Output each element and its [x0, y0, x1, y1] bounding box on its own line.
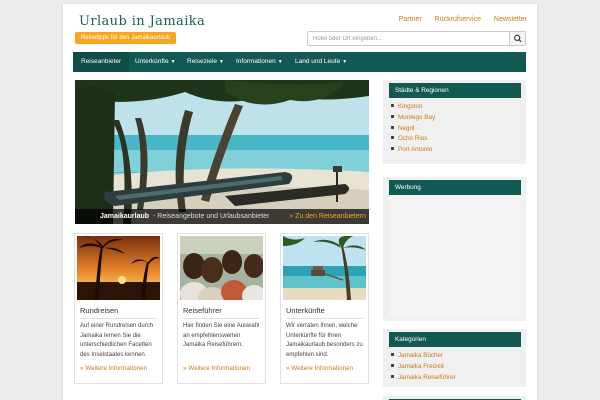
toplink-newsletter[interactable]: Newsletter — [494, 16, 527, 23]
card-title: Rundreisen — [80, 306, 119, 315]
search-icon — [514, 34, 522, 43]
widget-heading: Werbung — [389, 180, 521, 195]
city-link[interactable]: Kingston — [391, 102, 435, 113]
card-text: Wir verraten Ihnen, welche Unterkünfte f… — [286, 323, 363, 358]
card-divider — [286, 318, 363, 319]
bullet-icon — [391, 104, 394, 107]
card-rundreisen: Rundreisen Auf einer Rundreisen durch Ja… — [74, 233, 163, 384]
card-text: Hier finden Sie eine Auswahl an empfehle… — [183, 323, 260, 349]
site-logo[interactable]: Urlaub in Jamaika — [79, 14, 205, 29]
card-image-sunset[interactable] — [77, 236, 160, 300]
card-image-pier[interactable] — [283, 236, 366, 300]
widget-ads: Werbung — [383, 177, 526, 321]
card-more-link[interactable]: » Weitere Informationen — [183, 365, 250, 372]
nav-reiseziele[interactable]: Reiseziele ▼ — [179, 52, 232, 72]
category-link[interactable]: Jamaika Bücher — [391, 351, 456, 362]
card-image-children[interactable] — [180, 236, 263, 300]
city-link[interactable]: Port Antonio — [391, 145, 435, 156]
nav-label: Reiseziele — [187, 58, 217, 65]
search-input[interactable] — [308, 32, 508, 45]
category-list: Jamaika Bücher Jamaika Freizeit Jamaika … — [391, 351, 456, 383]
slider-title: Jamaikaurlaub — [100, 213, 150, 220]
widget-cities: Städte & Regionen Kingston Montego Bay N… — [383, 80, 526, 164]
caret-down-icon: ▼ — [342, 59, 348, 65]
bullet-icon — [391, 353, 394, 356]
nav-informationen[interactable]: Informationen ▼ — [228, 52, 291, 72]
widget-heading: Städte & Regionen — [389, 83, 521, 98]
toplink-rueckrufservice[interactable]: Rückrufservice — [435, 16, 481, 23]
nav-land-und-leute[interactable]: Land und Leute ▼ — [287, 52, 355, 72]
card-divider — [80, 318, 157, 319]
site-tagline: Reisetipps für den Jamaikaurlaub — [75, 32, 176, 44]
city-link[interactable]: Montego Bay — [391, 113, 435, 124]
card-title: Unterkünfte — [286, 306, 325, 315]
bullet-icon — [391, 136, 394, 140]
bullet-icon — [391, 114, 394, 118]
caret-down-icon: ▼ — [170, 59, 176, 65]
city-link[interactable]: Negril — [391, 124, 435, 135]
nav-label: Land und Leute — [295, 58, 341, 65]
sunset-photo — [77, 236, 160, 300]
nav-reiseanbieter[interactable]: Reiseanbieter — [73, 52, 130, 72]
nav-label: Unterkünfte — [135, 58, 169, 65]
slider-link[interactable]: » Zu den Reiseanbietern — [289, 209, 366, 224]
nav-label: Reiseanbieter — [81, 58, 122, 65]
search-button[interactable] — [509, 32, 525, 45]
search-box — [307, 31, 526, 46]
slider-caption: Jamaikaurlaub - Reiseangebote und Urlaub… — [75, 209, 369, 224]
caret-down-icon: ▼ — [219, 59, 224, 65]
card-divider — [183, 318, 260, 319]
widget-heading: Kategorien — [389, 332, 521, 347]
city-list: Kingston Montego Bay Negril Ocho Rios Po… — [391, 102, 435, 156]
beach-photo — [75, 80, 369, 224]
hero-slider[interactable]: Jamaikaurlaub - Reiseangebote und Urlaub… — [75, 80, 369, 224]
city-link[interactable]: Ocho Rios — [391, 134, 435, 145]
card-more-link[interactable]: » Weitere Informationen — [286, 365, 353, 372]
children-photo — [180, 236, 263, 300]
main-nav: Reiseanbieter Unterkünfte ▼ Reiseziele ▼ I… — [73, 52, 526, 72]
card-unterkuenfte: Unterkünfte Wir verraten Ihnen, welche U… — [280, 233, 369, 384]
ad-space — [389, 197, 521, 316]
bullet-icon — [391, 147, 394, 151]
widget-next — [383, 396, 526, 400]
card-text: Auf einer Rundreisen durch Jamaika lerne… — [80, 323, 154, 358]
bullet-icon — [391, 125, 394, 129]
toplink-partner[interactable]: Partner — [399, 16, 422, 23]
slider-subtitle: - Reiseangebote und Urlaubsanbieter — [153, 213, 270, 220]
card-more-link[interactable]: » Weitere Informationen — [80, 365, 147, 372]
sidebar: Städte & Regionen Kingston Montego Bay N… — [383, 80, 526, 400]
page-container: Urlaub in Jamaika Reisetipps für den Jam… — [63, 4, 537, 400]
bullet-icon — [391, 374, 394, 378]
category-link[interactable]: Jamaika Freizeit — [391, 362, 456, 373]
top-links: Partner Rückrufservice Newsletter — [388, 16, 527, 23]
bullet-icon — [391, 363, 394, 367]
card-title: Reiseführer — [183, 306, 222, 315]
nav-label: Informationen — [236, 58, 276, 65]
caret-down-icon: ▼ — [277, 59, 283, 65]
card-reisefuehrer: Reiseführer Hier finden Sie eine Auswahl… — [177, 233, 266, 384]
nav-unterkuenfte[interactable]: Unterkünfte ▼ — [127, 52, 184, 72]
widget-categories: Kategorien Jamaika Bücher Jamaika Freize… — [383, 329, 526, 387]
category-link[interactable]: Jamaika Reiseführer — [391, 373, 456, 384]
pier-photo — [283, 236, 366, 300]
